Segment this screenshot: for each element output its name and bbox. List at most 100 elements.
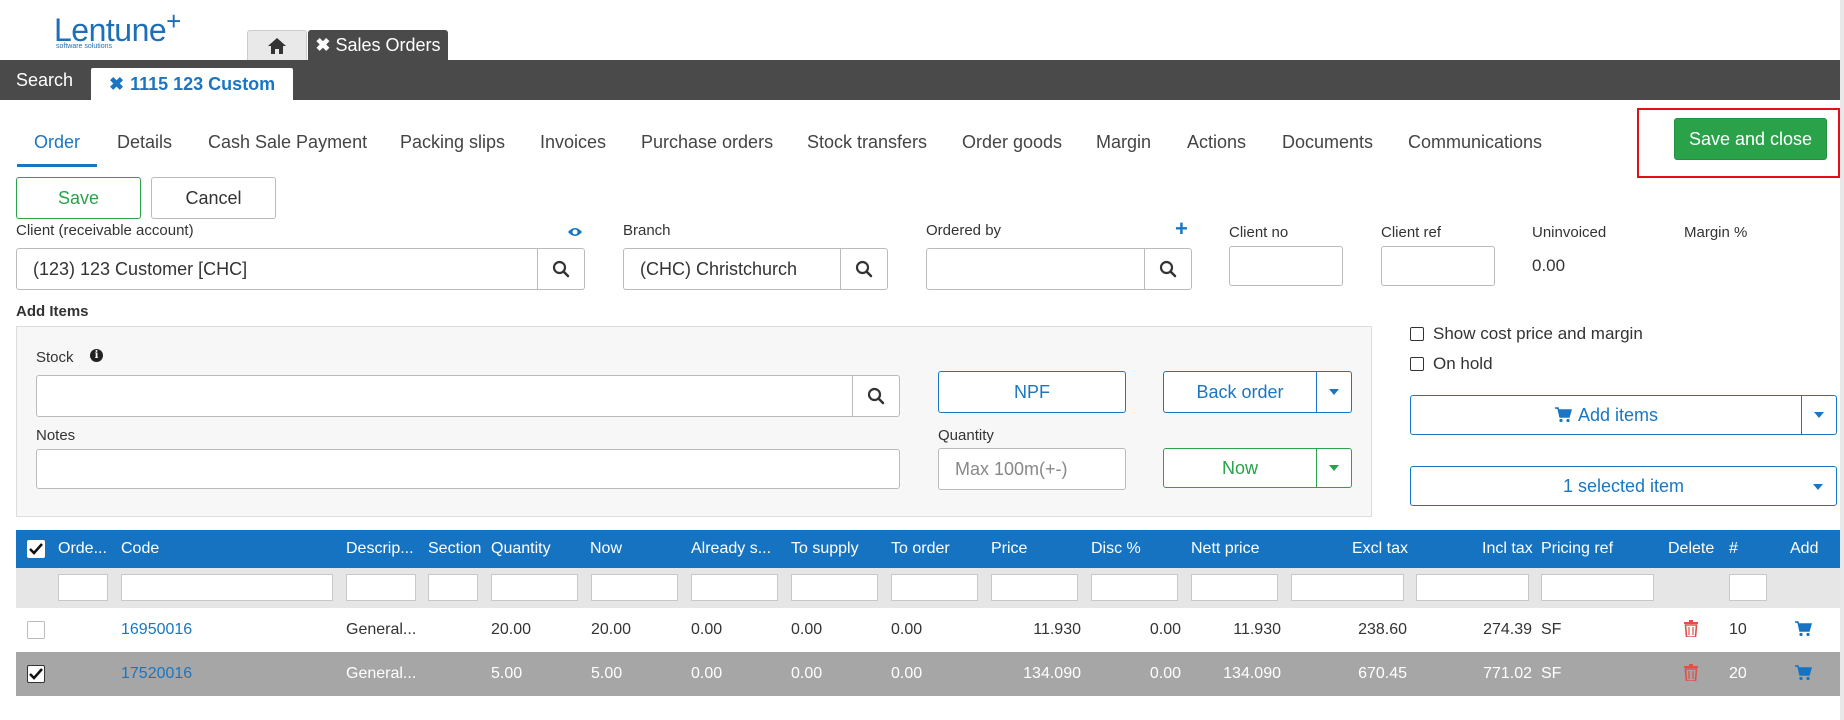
tab-documents[interactable]: Documents <box>1282 132 1373 153</box>
show-cost-checkbox[interactable] <box>1410 327 1424 341</box>
stock-search-button[interactable] <box>852 375 900 417</box>
table-row-selected[interactable] <box>16 652 1840 696</box>
stock-input[interactable] <box>36 375 853 417</box>
tab-home[interactable] <box>247 30 307 60</box>
tab-purchase-orders[interactable]: Purchase orders <box>641 132 773 153</box>
row-now[interactable]: 20.00 <box>591 621 631 639</box>
column-header-number[interactable]: # <box>1729 540 1738 558</box>
column-header-excl-tax[interactable]: Excl tax <box>1352 540 1408 558</box>
filter-order[interactable] <box>58 574 108 601</box>
filter-quantity[interactable] <box>491 574 578 601</box>
selected-items-dropdown[interactable]: 1 selected item <box>1410 466 1837 506</box>
row-checkbox[interactable] <box>27 665 45 683</box>
column-header-price[interactable]: Price <box>991 540 1027 558</box>
tab-margin[interactable]: Margin <box>1096 132 1151 153</box>
column-header-now[interactable]: Now <box>590 540 622 558</box>
column-header-order[interactable]: Orde... <box>58 540 107 558</box>
row-quantity[interactable]: 20.00 <box>491 621 531 639</box>
scrollbar[interactable] <box>1840 0 1844 720</box>
column-header-to-order[interactable]: To order <box>891 540 950 558</box>
save-button[interactable]: Save <box>16 177 141 219</box>
tab-details[interactable]: Details <box>117 132 172 153</box>
row-disc[interactable]: 0.00 <box>1091 665 1181 683</box>
subtab-order[interactable]: ✖ 1115 123 Custom <box>91 68 294 100</box>
ordered-by-search-button[interactable] <box>1144 248 1192 290</box>
save-and-close-button[interactable]: Save and close <box>1674 118 1827 160</box>
on-hold-checkbox[interactable] <box>1410 357 1424 371</box>
filter-now[interactable] <box>591 574 678 601</box>
column-header-nett-price[interactable]: Nett price <box>1191 540 1259 558</box>
tab-order-goods[interactable]: Order goods <box>962 132 1062 153</box>
column-header-disc[interactable]: Disc % <box>1091 540 1141 558</box>
row-nett-price[interactable]: 11.930 <box>1191 621 1281 639</box>
info-icon[interactable]: i <box>90 349 103 362</box>
add-items-button[interactable]: Add items <box>1410 395 1802 435</box>
client-ref-input[interactable] <box>1381 246 1495 286</box>
column-header-to-supply[interactable]: To supply <box>791 540 859 558</box>
now-dropdown[interactable] <box>1317 448 1352 488</box>
tab-stock-transfers[interactable]: Stock transfers <box>807 132 927 153</box>
filter-incl-tax[interactable] <box>1416 574 1529 601</box>
close-icon[interactable]: ✖ <box>315 35 330 56</box>
tab-packing-slips[interactable]: Packing slips <box>400 132 505 153</box>
column-header-section[interactable]: Section <box>428 540 481 558</box>
column-header-incl-tax[interactable]: Incl tax <box>1482 540 1533 558</box>
filter-number[interactable] <box>1729 574 1767 601</box>
row-code-link[interactable]: 16950016 <box>121 621 192 639</box>
trash-icon[interactable] <box>1684 664 1698 681</box>
table-row[interactable] <box>16 608 1840 652</box>
tab-cash-sale-payment[interactable]: Cash Sale Payment <box>208 132 367 153</box>
filter-to-order[interactable] <box>891 574 978 601</box>
add-contact-icon[interactable]: + <box>1175 218 1188 240</box>
subtab-search[interactable]: Search <box>16 60 73 100</box>
npf-button[interactable]: NPF <box>938 371 1126 413</box>
tab-actions[interactable]: Actions <box>1187 132 1246 153</box>
client-input[interactable]: (123) 123 Customer [CHC] <box>16 248 538 290</box>
ordered-by-input[interactable] <box>926 248 1145 290</box>
now-button[interactable]: Now <box>1163 448 1317 488</box>
eye-icon[interactable] <box>567 226 583 238</box>
tab-communications[interactable]: Communications <box>1408 132 1542 153</box>
filter-section[interactable] <box>428 574 478 601</box>
client-search-button[interactable] <box>537 248 585 290</box>
row-checkbox[interactable] <box>27 621 45 639</box>
tab-sales-orders[interactable]: ✖ Sales Orders <box>308 30 448 60</box>
column-header-already-supplied[interactable]: Already s... <box>691 540 771 558</box>
column-header-code[interactable]: Code <box>121 540 159 558</box>
trash-icon[interactable] <box>1684 620 1698 637</box>
filter-to-supply[interactable] <box>791 574 878 601</box>
row-quantity[interactable]: 5.00 <box>491 665 522 683</box>
cancel-button[interactable]: Cancel <box>151 177 276 219</box>
filter-already-supplied[interactable] <box>691 574 778 601</box>
cart-icon[interactable] <box>1794 621 1812 637</box>
row-disc[interactable]: 0.00 <box>1091 621 1181 639</box>
tab-invoices[interactable]: Invoices <box>540 132 606 153</box>
cart-icon[interactable] <box>1794 665 1812 681</box>
filter-price[interactable] <box>991 574 1078 601</box>
filter-pricing-ref[interactable] <box>1541 574 1654 601</box>
column-header-quantity[interactable]: Quantity <box>491 540 551 558</box>
back-order-dropdown[interactable] <box>1317 371 1352 413</box>
client-no-input[interactable] <box>1229 246 1343 286</box>
row-price[interactable]: 11.930 <box>991 621 1081 639</box>
add-items-dropdown[interactable] <box>1802 395 1837 435</box>
tab-order[interactable]: Order <box>34 132 80 153</box>
filter-description[interactable] <box>346 574 416 601</box>
column-header-pricing-ref[interactable]: Pricing ref <box>1541 540 1613 558</box>
quantity-input[interactable]: Max 100m(+-) <box>938 448 1126 490</box>
select-all-checkbox[interactable] <box>27 540 45 558</box>
row-code-link[interactable]: 17520016 <box>121 665 192 683</box>
notes-input[interactable] <box>36 449 900 489</box>
filter-nett-price[interactable] <box>1191 574 1278 601</box>
close-icon[interactable]: ✖ <box>109 74 124 95</box>
branch-input[interactable]: (CHC) Christchurch <box>623 248 841 290</box>
filter-excl-tax[interactable] <box>1291 574 1404 601</box>
filter-disc[interactable] <box>1091 574 1178 601</box>
back-order-button[interactable]: Back order <box>1163 371 1317 413</box>
filter-code[interactable] <box>121 574 333 601</box>
row-nett-price[interactable]: 134.090 <box>1191 665 1281 683</box>
column-header-description[interactable]: Descrip... <box>346 540 414 558</box>
branch-search-button[interactable] <box>840 248 888 290</box>
row-price[interactable]: 134.090 <box>991 665 1081 683</box>
row-now[interactable]: 5.00 <box>591 665 622 683</box>
